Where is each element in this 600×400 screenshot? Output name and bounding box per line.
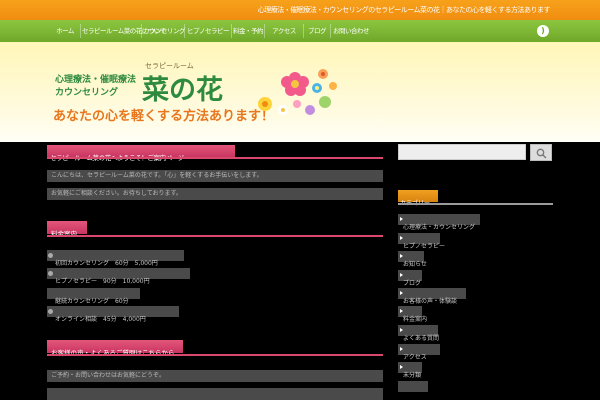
nav-divider xyxy=(141,24,142,38)
sidebar-item-faq[interactable]: よくある質問 xyxy=(398,325,439,342)
main-navigation: ホーム セラピールーム菜の花について カウンセリング ヒプノセラピー 料金・予約… xyxy=(0,20,600,42)
arrow-icon xyxy=(400,328,403,332)
nav-item-access[interactable]: アクセス xyxy=(266,20,302,42)
intro-line-1: こんにちは、セラピールーム菜の花です。「心」を軽くするお手伝いをします。 xyxy=(47,170,383,182)
nav-divider xyxy=(231,24,232,38)
arrow-icon xyxy=(400,309,403,313)
site-slogan: あなたの心を軽くする方法あります！ xyxy=(53,109,275,124)
bullet-icon xyxy=(48,253,53,258)
rss-icon[interactable]: ) xyxy=(537,25,549,37)
nav-item-contact[interactable]: お問い合わせ xyxy=(332,20,370,42)
nav-divider xyxy=(264,24,265,38)
search-button[interactable] xyxy=(530,144,552,161)
nav-item-blog[interactable]: ブログ xyxy=(305,20,329,42)
top-banner: 心理療法・催眠療法・カウンセリングのセラピールーム菜の花｜あなたの心を軽くする方… xyxy=(0,0,600,20)
arrow-icon xyxy=(400,365,403,369)
nav-item-pricing[interactable]: 料金・予約 xyxy=(233,20,264,42)
nav-divider xyxy=(303,24,304,38)
site-description: 心理療法・催眠療法・カウンセリングのセラピールーム菜の花｜あなたの心を軽くする方… xyxy=(257,6,551,14)
sidebar-item-voices[interactable]: お客様の声・体験談 xyxy=(398,288,466,305)
list-item: 初回カウンセリング 60分 5,000円 xyxy=(47,250,184,267)
nav-item-home[interactable]: ホーム xyxy=(50,20,80,42)
nav-divider xyxy=(184,24,185,38)
title-divider xyxy=(47,157,383,159)
flower-illustration xyxy=(258,69,337,115)
sidebar-item-access[interactable]: アクセス xyxy=(398,344,440,361)
section-divider xyxy=(47,354,383,356)
sidebar-divider xyxy=(398,203,553,205)
nav-item-counseling[interactable]: カウンセリング xyxy=(143,20,186,42)
sidebar-item-psychotherapy[interactable]: 心理療法・カウンセリング xyxy=(398,214,480,231)
site-logo[interactable]: 菜の花 xyxy=(142,68,223,107)
bullet-icon xyxy=(48,271,53,276)
arrow-icon xyxy=(400,254,403,258)
arrow-icon xyxy=(400,291,403,295)
section-divider xyxy=(47,235,383,237)
content-line xyxy=(47,388,383,400)
bullet-icon xyxy=(48,309,53,314)
arrow-icon xyxy=(400,347,403,351)
list-item: 継続カウンセリング 60分 xyxy=(47,288,140,305)
nav-item-about[interactable]: セラピールーム菜の花について xyxy=(82,20,166,42)
arrow-icon xyxy=(400,217,403,221)
intro-line-2: お気軽にご相談ください。お待ちしております。 xyxy=(47,188,383,200)
arrow-icon xyxy=(400,273,403,277)
search-input[interactable] xyxy=(398,144,526,160)
list-item: オンライン相談 45分 4,000円 xyxy=(47,306,179,323)
footer-note: ご予約・お問い合わせはお気軽にどうぞ。 xyxy=(47,370,383,382)
search-icon xyxy=(536,148,547,159)
section-pricing-heading: 料金案内 xyxy=(47,221,87,238)
tagline-bottom: カウンセリング xyxy=(55,88,119,98)
sidebar-categories-heading: カテゴリー xyxy=(398,190,438,207)
nav-divider xyxy=(330,24,331,38)
sidebar-item[interactable] xyxy=(398,381,428,392)
arrow-icon xyxy=(400,236,403,240)
section-voice-heading: お客様の声・よくあるご質問はこちらから xyxy=(47,340,183,357)
list-item: ヒプノセラピー 90分 10,000円 xyxy=(47,268,190,285)
tagline-top: 心理療法・催眠療法 xyxy=(55,75,137,85)
sidebar-item-hypnotherapy[interactable]: ヒプノセラピー xyxy=(398,233,445,250)
nav-item-hypnotherapy[interactable]: ヒプノセラピー xyxy=(186,20,230,42)
page-title: セラピールーム菜の花へようこそ！ご案内ページ xyxy=(47,145,235,162)
nav-divider xyxy=(80,24,81,38)
